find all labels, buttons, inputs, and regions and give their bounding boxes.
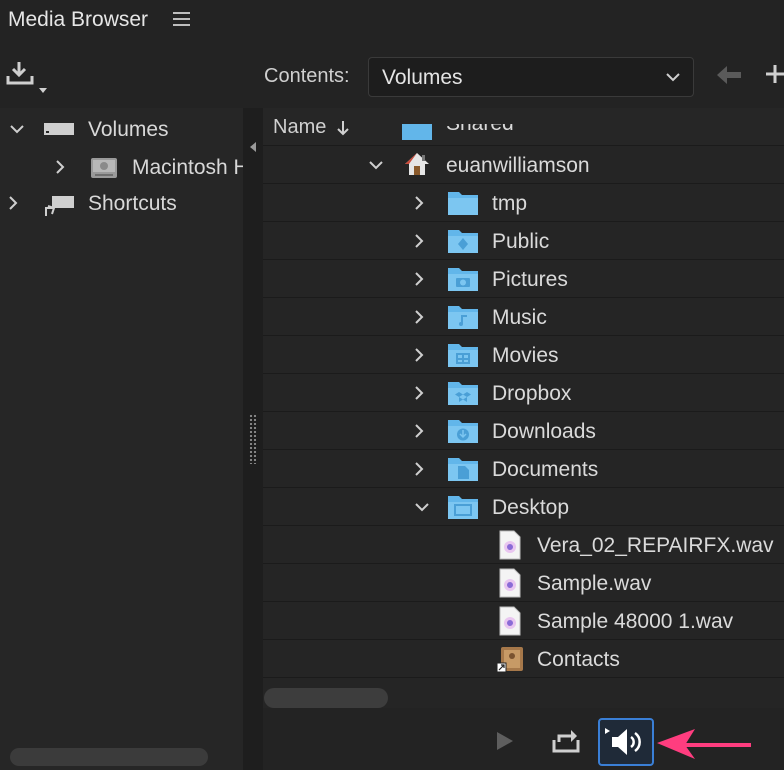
- list-item-label: Desktop: [492, 496, 570, 519]
- list-item-label: euanwilliamson: [446, 154, 590, 177]
- panel-title: Media Browser: [8, 8, 149, 31]
- list-item[interactable]: Documents: [263, 450, 784, 488]
- folder-music-icon: [447, 304, 479, 335]
- list-item[interactable]: Movies: [263, 336, 784, 374]
- audio-file-icon: [499, 568, 521, 603]
- list-item-label: Music: [492, 306, 547, 329]
- home-icon: [403, 151, 431, 182]
- list-item[interactable]: Pictures: [263, 260, 784, 298]
- folder-documents-icon: [447, 456, 479, 487]
- panel-header: Media Browser: [0, 0, 784, 42]
- play-icon[interactable]: [495, 730, 515, 752]
- chevron-right-icon[interactable]: [412, 310, 426, 324]
- list-item-label: Pictures: [492, 268, 568, 291]
- plus-icon[interactable]: [766, 62, 784, 86]
- chevron-right-icon[interactable]: [6, 196, 20, 210]
- list-item-label: Sample.wav: [537, 572, 652, 595]
- chevron-right-icon[interactable]: [412, 386, 426, 400]
- chevron-right-icon[interactable]: [412, 234, 426, 248]
- tree-item-label: Shortcuts: [88, 192, 177, 215]
- list-item-label: Contacts: [537, 648, 620, 671]
- folder-pictures-icon: [447, 266, 479, 297]
- list-item[interactable]: Shared: [263, 124, 784, 146]
- list-item-label: Dropbox: [492, 382, 572, 405]
- folder-movies-icon: [447, 342, 479, 373]
- audio-file-icon: [499, 606, 521, 641]
- horizontal-scrollbar[interactable]: [10, 748, 208, 766]
- folder-icon: [447, 190, 479, 221]
- shortcut-icon: [44, 194, 74, 223]
- chevron-right-icon[interactable]: [412, 348, 426, 362]
- tree-item-shortcuts[interactable]: Shortcuts: [0, 186, 243, 224]
- list-item-label: Shared: [446, 124, 514, 136]
- chevron-right-icon[interactable]: [412, 196, 426, 210]
- list-item[interactable]: Vera_02_REPAIRFX.wav: [263, 526, 784, 564]
- tree-item-macintosh[interactable]: Macintosh HD: [0, 148, 264, 187]
- audio-scrubbing-button[interactable]: [598, 718, 654, 766]
- pane-splitter[interactable]: [243, 108, 263, 770]
- list-item[interactable]: Public: [263, 222, 784, 260]
- chevron-down-icon[interactable]: [369, 158, 383, 172]
- list-item[interactable]: euanwilliamson: [263, 146, 784, 184]
- list-item[interactable]: tmp: [263, 184, 784, 222]
- tree-item-label: Volumes: [88, 118, 169, 141]
- list-item[interactable]: Contacts: [263, 640, 784, 678]
- import-icon[interactable]: [6, 60, 50, 96]
- audio-scrubbing-icon: [605, 728, 641, 755]
- contents-label: Contents:: [264, 65, 350, 87]
- back-arrow-icon[interactable]: [716, 64, 742, 86]
- list-item-label: Sample 48000 1.wav: [537, 610, 734, 633]
- list-item-label: Downloads: [492, 420, 596, 443]
- drive-icon: [44, 122, 74, 141]
- list-item[interactable]: Downloads: [263, 412, 784, 450]
- list-item[interactable]: Music: [263, 298, 784, 336]
- list-item-label: Documents: [492, 458, 599, 481]
- chevron-right-icon[interactable]: [412, 462, 426, 476]
- folder-dropbox-icon: [447, 380, 479, 411]
- list-item[interactable]: Desktop: [263, 488, 784, 526]
- folder-icon: [401, 124, 433, 145]
- horizontal-scrollbar[interactable]: [264, 688, 388, 708]
- annotation-arrow-icon: [655, 725, 755, 765]
- left-tree-pane: Volumes Macintosh HD Shortcuts: [0, 108, 264, 770]
- folder-public-icon: [447, 228, 479, 259]
- list-item-label: Vera_02_REPAIRFX.wav: [537, 534, 774, 557]
- folder-downloads-icon: [447, 418, 479, 449]
- collapse-arrow-icon[interactable]: [249, 140, 257, 152]
- loop-icon[interactable]: [551, 728, 581, 754]
- chevron-right-icon[interactable]: [53, 160, 67, 174]
- list-item[interactable]: Sample.wav: [263, 564, 784, 602]
- chevron-down-icon: [665, 70, 681, 84]
- list-item[interactable]: Sample 48000 1.wav: [263, 602, 784, 640]
- audio-file-icon: [499, 530, 521, 565]
- chevron-right-icon[interactable]: [412, 272, 426, 286]
- tree-item-volumes[interactable]: Volumes: [0, 110, 243, 148]
- file-list-pane: Name Shared euan: [263, 108, 784, 708]
- list-item-label: Public: [492, 230, 550, 253]
- folder-desktop-icon: [447, 494, 479, 525]
- contents-value: Volumes: [382, 66, 463, 89]
- chevron-down-icon[interactable]: [415, 500, 429, 514]
- list-item-label: Movies: [492, 344, 559, 367]
- list-item[interactable]: Dropbox: [263, 374, 784, 412]
- contacts-alias-icon: [496, 645, 525, 678]
- contents-dropdown[interactable]: Volumes: [368, 57, 694, 97]
- splitter-grip[interactable]: [249, 414, 257, 464]
- chevron-down-icon[interactable]: [10, 122, 24, 136]
- hard-disk-icon: [89, 152, 119, 187]
- hamburger-menu-icon[interactable]: [173, 12, 190, 28]
- list-item-label: tmp: [492, 192, 528, 215]
- chevron-right-icon[interactable]: [412, 424, 426, 438]
